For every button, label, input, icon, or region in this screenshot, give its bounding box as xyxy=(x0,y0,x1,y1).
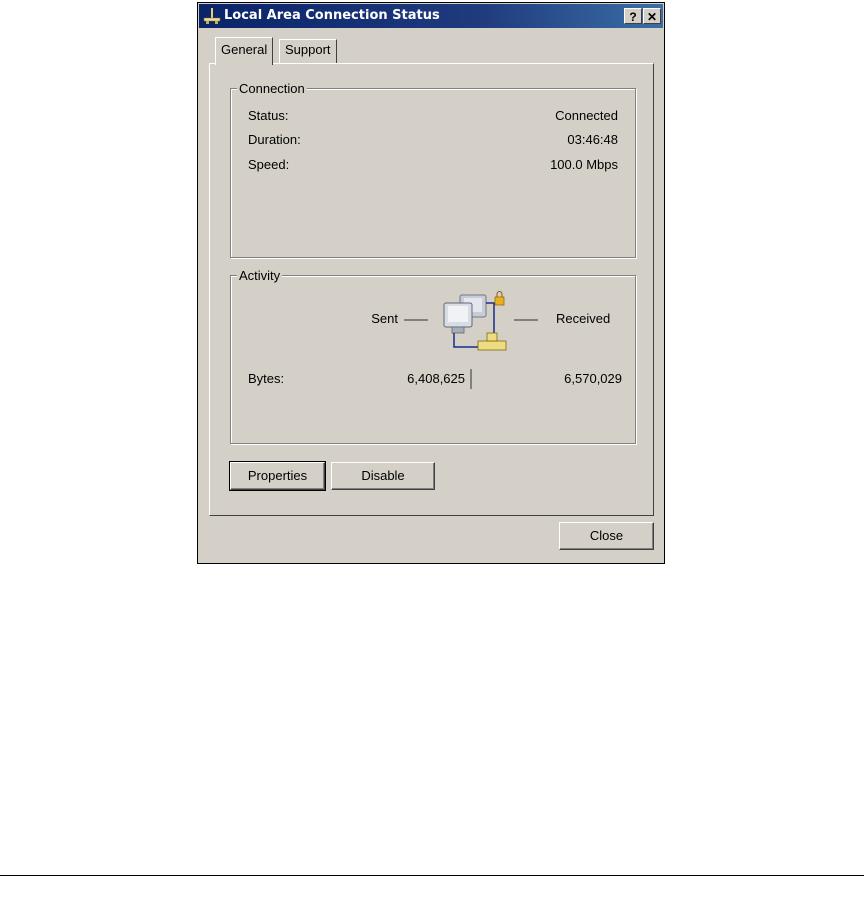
sent-label: Sent xyxy=(371,311,398,326)
received-line xyxy=(514,319,538,321)
speed-label: Speed: xyxy=(248,157,290,172)
duration-label: Duration: xyxy=(248,132,301,147)
status-label: Status: xyxy=(248,108,289,123)
activity-group: Activity xyxy=(230,268,636,444)
activity-legend: Activity xyxy=(237,268,283,283)
connection-legend: Connection xyxy=(237,81,307,96)
close-window-button[interactable]: ✕ xyxy=(643,8,661,24)
status-value: Connected xyxy=(555,108,618,123)
help-button[interactable]: ? xyxy=(624,8,642,24)
tab-support[interactable]: Support xyxy=(279,39,337,63)
network-computers-icon xyxy=(443,291,507,351)
bytes-sent-value: 6,408,625 xyxy=(407,371,465,386)
bytes-received-value: 6,570,029 xyxy=(564,371,622,386)
network-connection-icon xyxy=(203,8,221,24)
speed-value: 100.0 Mbps xyxy=(550,157,618,172)
disable-button[interactable]: Disable xyxy=(331,462,435,490)
close-button[interactable]: Close xyxy=(559,522,654,550)
page-divider xyxy=(0,875,864,876)
bytes-label: Bytes: xyxy=(248,371,285,386)
received-label: Received xyxy=(556,311,611,326)
sent-line xyxy=(404,319,428,321)
title-bar[interactable]: Local Area Connection Status ? ✕ xyxy=(199,4,663,28)
duration-value: 03:46:48 xyxy=(567,132,618,147)
window-title: Local Area Connection Status xyxy=(224,8,440,23)
properties-button[interactable]: Properties xyxy=(229,461,326,491)
tab-general[interactable]: General xyxy=(215,37,274,65)
bytes-divider xyxy=(470,369,472,389)
